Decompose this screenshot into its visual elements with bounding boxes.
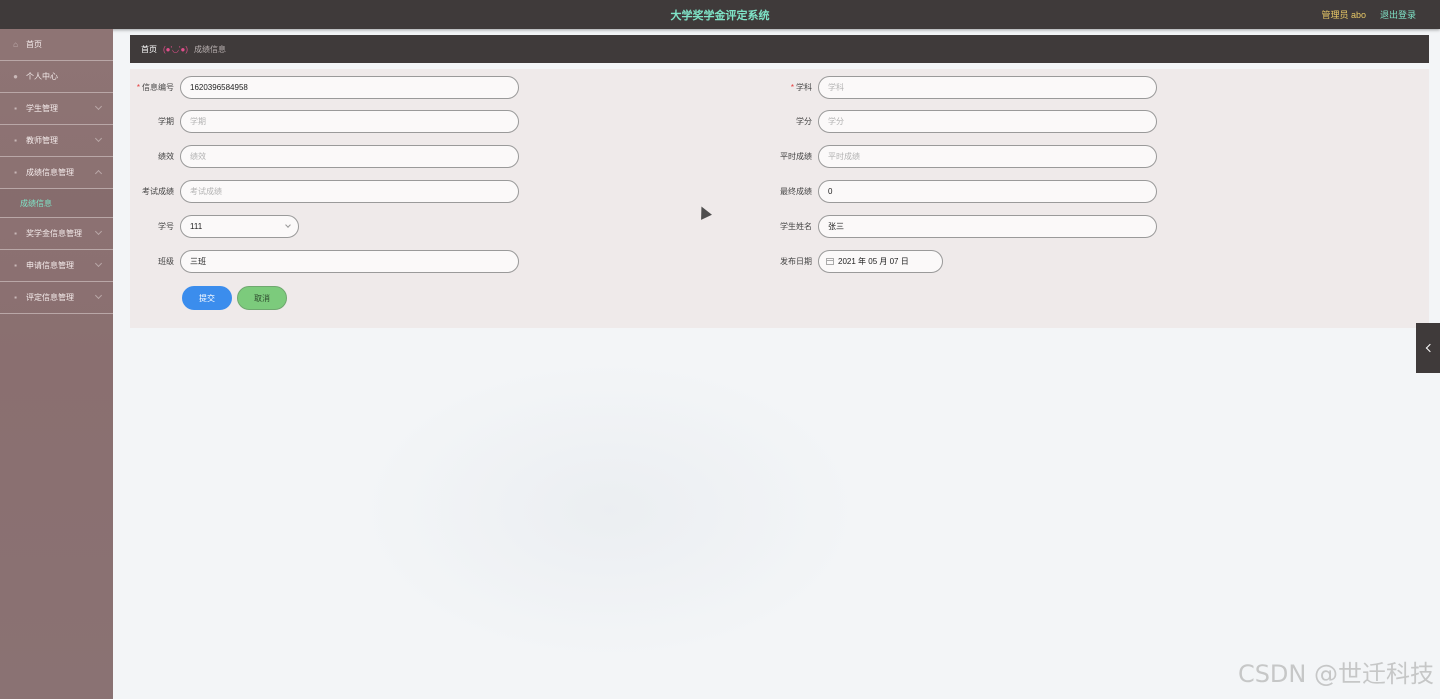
subject-input[interactable] (818, 76, 1157, 99)
chevron-left-icon (1425, 343, 1434, 353)
calendar-icon (826, 258, 834, 265)
chevron-down-icon (94, 259, 103, 268)
award-icon: ▪ (14, 229, 17, 238)
logout-link[interactable]: 退出登录 (1380, 8, 1416, 21)
grade-icon: ▪ (14, 168, 17, 177)
form-row-exam-score: 考试成绩 (134, 180, 519, 203)
info-no-input[interactable] (180, 76, 519, 99)
chevron-up-icon (94, 169, 103, 178)
user-icon: ● (13, 72, 18, 81)
required-mark: * (790, 83, 794, 92)
sidebar-item-home[interactable]: ⌂ 首页 (0, 29, 113, 61)
sidebar-item-scholarships[interactable]: ▪ 奖学金信息管理 (0, 218, 113, 250)
form-row-publish-date: 发布日期 2021 年 05 月 07 日 (772, 250, 943, 273)
sidebar-item-teachers[interactable]: ▪ 教师管理 (0, 125, 113, 157)
side-panel-toggle[interactable] (1416, 323, 1440, 373)
credit-input[interactable] (818, 110, 1157, 133)
watermark: CSDN @世迁科技 (1237, 660, 1434, 688)
publish-date-picker[interactable]: 2021 年 05 月 07 日 (818, 250, 943, 273)
student-name-input[interactable] (818, 215, 1157, 238)
breadcrumb: 首页 (●'◡'●) 成绩信息 (130, 35, 1429, 63)
final-score-input[interactable] (818, 180, 1157, 203)
current-user: 管理员 abo (1321, 10, 1366, 20)
chevron-down-icon (94, 134, 103, 143)
background-decoration (360, 360, 860, 660)
gpa-input[interactable] (180, 145, 519, 168)
form-row-gpa: 绩效 (134, 145, 519, 168)
sidebar-item-label: 首页 (26, 40, 42, 49)
users-icon: ▪ (14, 104, 17, 113)
form-row-usual-score: 平时成绩 (772, 145, 1157, 168)
form-row-info-no: * 信息编号 (134, 76, 519, 99)
form-row-student-name: 学生姓名 (772, 215, 1157, 238)
sidebar-item-students[interactable]: ▪ 学生管理 (0, 93, 113, 125)
final-score-label: 最终成绩 (780, 187, 812, 196)
evaluate-icon: ▪ (14, 293, 17, 302)
sidebar-subitem-grade-info[interactable]: 成绩信息 (0, 189, 113, 218)
sidebar-item-profile[interactable]: ● 个人中心 (0, 61, 113, 93)
sidebar-item-applications[interactable]: ▪ 申请信息管理 (0, 250, 113, 282)
form-row-final-score: 最终成绩 (772, 180, 1157, 203)
chevron-down-icon (94, 291, 103, 300)
publish-date-value: 2021 年 05 月 07 日 (838, 257, 909, 266)
form-row-subject: * 学科 (772, 76, 1157, 99)
form-row-student-no: 学号 111 (134, 215, 299, 238)
sidebar-item-label: 个人中心 (26, 72, 58, 81)
class-input[interactable] (180, 250, 519, 273)
sidebar-item-label: 学生管理 (26, 104, 58, 113)
form-row-credit: 学分 (772, 110, 1157, 133)
chevron-down-icon (285, 222, 291, 228)
form-row-class: 班级 (134, 250, 519, 273)
breadcrumb-emoticon: (●'◡'●) (163, 44, 189, 54)
sidebar-item-label: 奖学金信息管理 (26, 229, 82, 238)
form-row-semester: 学期 (134, 110, 519, 133)
student-name-label: 学生姓名 (780, 222, 812, 231)
grade-form: *信息编号 学期 绩效 考试成绩 学号 111 班级 *学科 学分 平时成绩 (130, 69, 1429, 328)
gpa-label: 绩效 (158, 152, 174, 161)
apply-icon: ▪ (14, 261, 17, 270)
info-no-label-text: 信息编号 (142, 83, 174, 92)
home-icon: ⌂ (13, 40, 18, 49)
sidebar-item-label: 评定信息管理 (26, 293, 74, 302)
teacher-icon: ▪ (14, 136, 17, 145)
sidebar-item-label: 成绩信息管理 (26, 168, 74, 177)
exam-score-input[interactable] (180, 180, 519, 203)
student-no-value: 111 (190, 222, 203, 231)
submit-button[interactable]: 提交 (182, 286, 232, 310)
semester-label: 学期 (158, 117, 174, 126)
required-mark: * (136, 83, 140, 92)
cancel-button[interactable]: 取消 (237, 286, 287, 310)
app-title: 大学奖学金评定系统 (670, 10, 770, 22)
breadcrumb-home[interactable]: 首页 (141, 44, 157, 55)
sidebar: ⌂ 首页 ● 个人中心 ▪ 学生管理 ▪ 教师管理 ▪ 成绩信息管理 成绩信息 … (0, 29, 113, 699)
subject-label: * 学科 (772, 82, 818, 93)
student-no-select[interactable]: 111 (180, 215, 299, 238)
semester-input[interactable] (180, 110, 519, 133)
sidebar-item-grades[interactable]: ▪ 成绩信息管理 (0, 157, 113, 189)
usual-score-label: 平时成绩 (780, 152, 812, 161)
sidebar-item-label: 教师管理 (26, 136, 58, 145)
usual-score-input[interactable] (818, 145, 1157, 168)
chevron-down-icon (94, 102, 103, 111)
credit-label: 学分 (796, 117, 812, 126)
student-no-label: 学号 (158, 222, 174, 231)
exam-score-label: 考试成绩 (142, 187, 174, 196)
info-no-label: * 信息编号 (134, 82, 180, 93)
breadcrumb-current: 成绩信息 (194, 44, 227, 54)
publish-date-label: 发布日期 (780, 257, 812, 266)
subject-label-text: 学科 (796, 83, 812, 92)
top-bar: 大学奖学金评定系统 管理员 abo 退出登录 (0, 0, 1440, 29)
sidebar-item-label: 申请信息管理 (26, 261, 74, 270)
chevron-down-icon (94, 227, 103, 236)
sidebar-item-evaluations[interactable]: ▪ 评定信息管理 (0, 282, 113, 314)
class-label: 班级 (158, 257, 174, 266)
